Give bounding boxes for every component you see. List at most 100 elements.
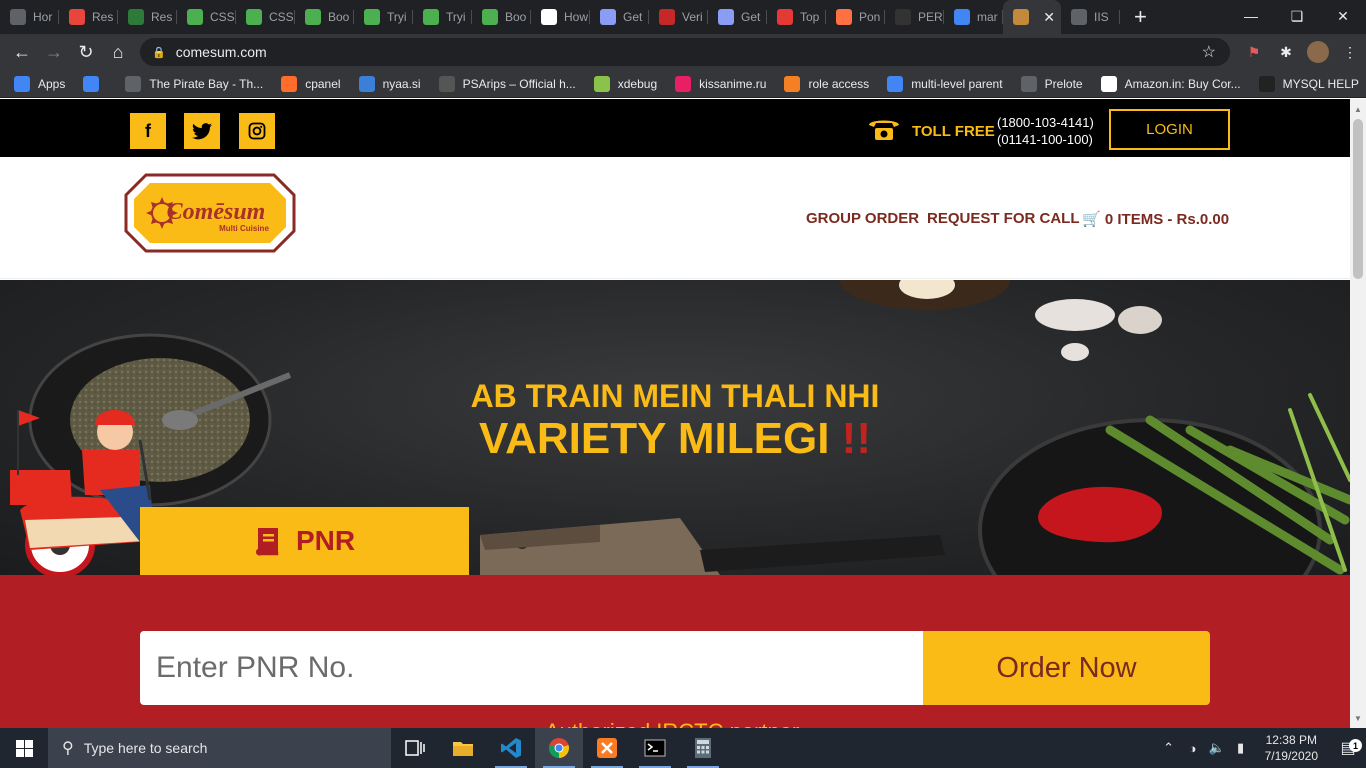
action-center-icon[interactable]: ▤ 1	[1330, 738, 1366, 758]
browser-tab[interactable]: Pon	[826, 0, 885, 34]
extensions-puzzle-icon[interactable]: ✱	[1270, 36, 1302, 68]
windows-logo-icon	[15, 739, 33, 757]
address-bar[interactable]: 🔒 comesum.com ☆	[140, 38, 1230, 66]
bookmark-label: PSArips – Official h...	[462, 76, 576, 91]
lock-icon[interactable]: 🔒	[152, 46, 166, 59]
bookmark-label: The Pirate Bay - Th...	[149, 76, 264, 91]
tab-pnr-label: PNR	[295, 525, 356, 556]
w3-icon	[364, 9, 380, 25]
pnr-input[interactable]	[140, 631, 923, 705]
cart-icon: 🛒	[1082, 211, 1101, 228]
terminal-icon[interactable]	[631, 728, 679, 768]
vscode-icon[interactable]	[487, 728, 535, 768]
file-explorer-icon[interactable]	[439, 728, 487, 768]
start-button[interactable]	[0, 728, 48, 768]
bookmark-item[interactable]: kissanime.ru	[675, 75, 766, 92]
hero-headline-line1: AB TRAIN MEIN THALI NHI	[470, 378, 880, 414]
forward-button[interactable]: →	[38, 36, 70, 68]
globe-icon	[10, 9, 26, 25]
browser-tab[interactable]: PER	[885, 0, 944, 34]
browser-tab-title: Tryi	[387, 10, 407, 24]
browser-tab[interactable]: Top	[767, 0, 826, 34]
browser-tab[interactable]: Tryi	[413, 0, 472, 34]
browser-tab[interactable]: ✕	[1003, 0, 1061, 34]
battery-icon[interactable]: ▮	[1229, 740, 1253, 756]
page-scrollbar[interactable]: ▲ ▼	[1350, 99, 1366, 728]
new-tab-button[interactable]: +	[1134, 0, 1147, 34]
browser-tab[interactable]: Res	[118, 0, 177, 34]
telephone-icon	[869, 120, 899, 140]
browser-tab[interactable]: How	[531, 0, 590, 34]
nav-group-order[interactable]: GROUP ORDER	[806, 210, 919, 227]
xdebug-icon	[593, 75, 610, 92]
browser-tab[interactable]: Tryi	[354, 0, 413, 34]
browser-tab[interactable]: Hor	[0, 0, 59, 34]
calculator-icon[interactable]	[679, 728, 727, 768]
menu-kebab-icon[interactable]: ⋮	[1334, 36, 1366, 68]
comesum-logo[interactable]: Comēsum Multi Cuisine	[124, 171, 296, 255]
browser-tab[interactable]: mar	[944, 0, 1003, 34]
wifi-icon[interactable]: ◑	[1181, 741, 1205, 756]
login-button[interactable]: LOGIN	[1109, 109, 1230, 150]
clock[interactable]: 12:38 PM 7/19/2020	[1265, 732, 1318, 764]
reload-button[interactable]: ↻	[70, 36, 102, 68]
chrome-icon[interactable]	[535, 728, 583, 768]
scroll-down-arrow-icon[interactable]: ▼	[1350, 710, 1366, 726]
volume-icon[interactable]: 🔈	[1205, 740, 1229, 756]
bookmark-item[interactable]: The Pirate Bay - Th...	[125, 75, 264, 92]
tab-pnr[interactable]: PNR	[140, 507, 469, 575]
taskbar-search[interactable]: ⚲ Type here to search	[48, 728, 391, 768]
bookmark-item[interactable]: xdebug	[593, 75, 657, 92]
nav-request-call[interactable]: REQUEST FOR CALL	[927, 210, 1080, 227]
browser-tab[interactable]: Get	[590, 0, 649, 34]
minimize-button[interactable]: —	[1228, 0, 1274, 32]
browser-tab-title: Veri	[682, 10, 703, 24]
browser-tab[interactable]: Boo	[295, 0, 354, 34]
bookmark-item[interactable]: MYSQL HELP	[1258, 75, 1359, 92]
browser-tab[interactable]: Res	[59, 0, 118, 34]
bookmark-item[interactable]: Amazon.in: Buy Cor...	[1100, 75, 1241, 92]
bookmark-item[interactable]: role access	[784, 75, 869, 92]
twitter-icon[interactable]	[184, 113, 220, 149]
bookmark-item[interactable]: multi-level parent	[887, 75, 1003, 92]
instagram-icon[interactable]	[239, 113, 275, 149]
tray-chevron-up-icon[interactable]: ⌃	[1157, 740, 1181, 756]
bookmark-item[interactable]	[83, 75, 107, 92]
bookmark-star-icon[interactable]: ☆	[1202, 42, 1216, 62]
phone-number-1: (1800-103-4141)	[997, 115, 1094, 130]
browser-tab-title: PER	[918, 10, 943, 24]
profile-avatar[interactable]	[1307, 41, 1329, 63]
task-view-icon[interactable]	[391, 728, 439, 768]
maximize-button[interactable]: ❏	[1274, 0, 1320, 32]
w3-icon	[305, 9, 321, 25]
bookmark-item[interactable]: cpanel	[281, 75, 341, 92]
facebook-icon[interactable]: f	[130, 113, 166, 149]
back-button[interactable]: ←	[6, 36, 38, 68]
hero-headline-line2: VARIETY MILEGI !!	[0, 414, 1350, 464]
psa-icon	[438, 75, 455, 92]
bookmark-item[interactable]: Apps	[14, 75, 65, 92]
gmail-icon	[777, 9, 793, 25]
browser-tab[interactable]: IIS	[1061, 0, 1120, 34]
nav-cart[interactable]: 🛒 0 ITEMS - Rs.0.00	[1082, 210, 1229, 228]
browser-tab[interactable]: Veri	[649, 0, 708, 34]
bookmark-item[interactable]: PSArips – Official h...	[438, 75, 576, 92]
order-now-button[interactable]: Order Now	[923, 631, 1210, 705]
scrollbar-thumb[interactable]	[1353, 119, 1363, 279]
browser-tab-title: Tryi	[446, 10, 466, 24]
browser-tab[interactable]: CSS	[236, 0, 295, 34]
close-window-button[interactable]: ✕	[1320, 0, 1366, 32]
stack-icon	[784, 75, 801, 92]
bookmark-item[interactable]: Prelote	[1020, 75, 1083, 92]
extension-icon[interactable]: ⚑	[1238, 36, 1270, 68]
scroll-up-arrow-icon[interactable]: ▲	[1350, 101, 1366, 117]
browser-tab[interactable]: CSS	[177, 0, 236, 34]
close-tab-icon[interactable]: ✕	[1043, 9, 1055, 26]
home-button[interactable]: ⌂	[102, 36, 134, 68]
bookmark-item[interactable]: nyaa.si	[358, 75, 421, 92]
top-contact-bar: f TOLL FREE (1800-103-4141) (01141-100-1…	[0, 99, 1350, 157]
browser-tab-title: Get	[623, 10, 643, 24]
browser-tab[interactable]: Get	[708, 0, 767, 34]
xampp-icon[interactable]	[583, 728, 631, 768]
browser-tab[interactable]: Boo	[472, 0, 531, 34]
